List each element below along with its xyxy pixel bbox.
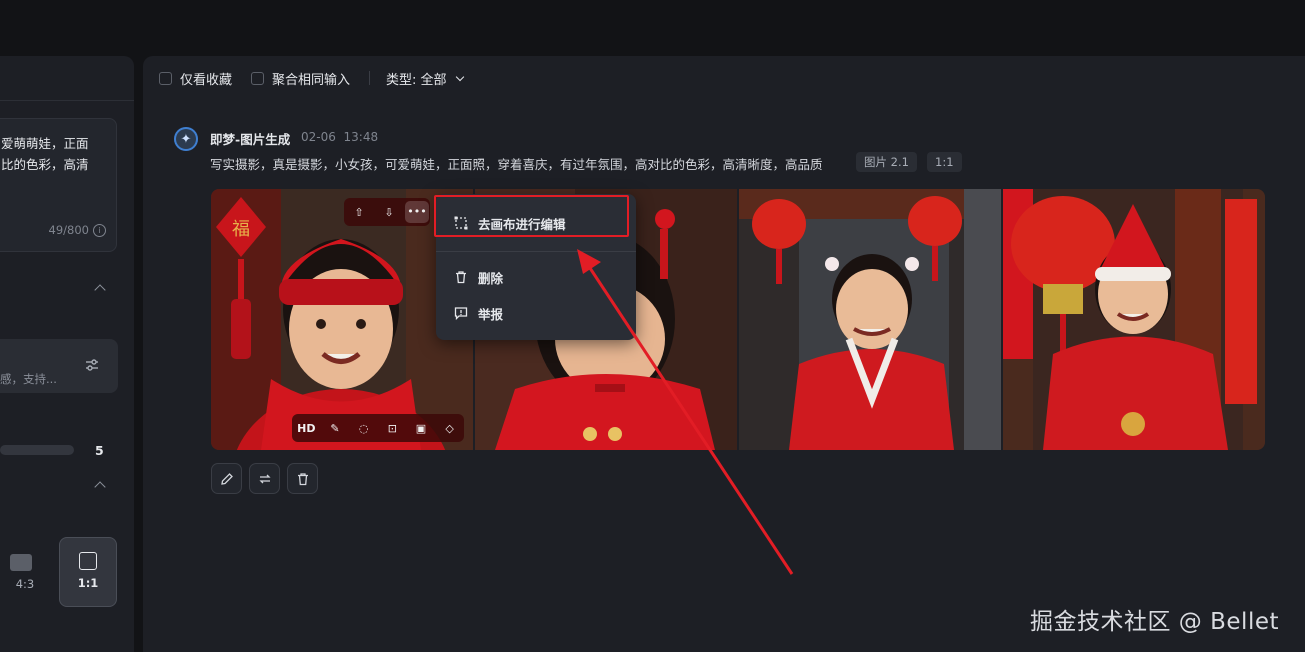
more-options-icon[interactable]: ••• (405, 201, 429, 223)
checkbox[interactable] (159, 72, 172, 85)
merge-same-input-label: 聚合相同输入 (272, 73, 351, 88)
highlight-annotation-box (434, 195, 629, 237)
prompt-input-box[interactable]: 爱萌萌娃，正面 比的色彩，高清 49/800 i (0, 118, 117, 252)
collapse-chevron-icon[interactable] (94, 481, 106, 493)
checkbox[interactable] (251, 72, 264, 85)
generation-timestamp: 02-06 13:48 (301, 130, 378, 144)
model-tag: 图片 2.1 (856, 152, 917, 172)
magic-wand-icon[interactable]: ✎ (321, 422, 349, 435)
upload-icon[interactable]: ⇧ (345, 206, 373, 219)
expand-image-icon[interactable]: ⊡ (378, 422, 406, 435)
prompt-input-text[interactable]: 爱萌萌娃，正面 比的色彩，高清 (1, 133, 109, 175)
retouch-icon[interactable]: ◌ (350, 422, 378, 435)
char-count-text: 49/800 (48, 223, 89, 237)
refresh-icon (258, 474, 271, 483)
ratio-option-1-1[interactable]: 1:1 (59, 537, 117, 607)
generated-image-3[interactable] (739, 189, 1001, 450)
generation-title: 即梦-图片生成 (210, 132, 291, 147)
regenerate-button[interactable] (249, 463, 280, 494)
generated-image-4[interactable] (1003, 189, 1265, 450)
filter-bar: 仅看收藏 聚合相同输入 类型: 全部 (143, 56, 1305, 100)
left-settings-panel: 爱萌萌娃，正面 比的色彩，高清 49/800 i 感，支持... 5 4:3 1… (0, 56, 134, 652)
menu-separator (436, 251, 636, 252)
trash-icon (297, 472, 308, 485)
delete-generation-button[interactable] (287, 463, 318, 494)
info-icon[interactable]: i (93, 223, 106, 237)
collapse-chevron-icon[interactable] (94, 284, 106, 296)
report-menu-item[interactable]: 举报 (436, 297, 636, 329)
trash-icon (456, 271, 466, 284)
pencil-icon (220, 472, 233, 485)
report-label: 举报 (478, 306, 504, 322)
watermark-text: 掘金技术社区 @ Bellet (1030, 609, 1279, 635)
ratio-4-3-icon (10, 554, 32, 571)
generation-date: 02-06 (301, 130, 336, 144)
delete-label: 删除 (478, 270, 504, 286)
count-slider-track[interactable] (0, 445, 74, 455)
chevron-down-icon (455, 72, 464, 82)
eraser-icon[interactable]: ◇ (436, 422, 464, 435)
reference-hint-text: 感，支持... (0, 372, 57, 386)
favorites-only-filter[interactable]: 仅看收藏 (159, 69, 232, 88)
report-icon (454, 307, 468, 320)
edit-prompt-button[interactable] (211, 463, 242, 494)
generation-prompt: 写实摄影，真是摄影，小女孩，可爱萌娃，正面照，穿着喜庆，有过年氛围，高对比的色彩… (210, 157, 823, 172)
ratio-option-4-3[interactable]: 4:3 (0, 537, 50, 607)
char-counter: 49/800 i (49, 223, 106, 237)
ratio-1-1-icon (79, 552, 97, 570)
crop-fullscreen-icon[interactable]: ▣ (407, 422, 435, 435)
top-bar (0, 0, 1305, 56)
delete-menu-item[interactable]: 删除 (436, 261, 636, 293)
panel-divider (0, 100, 134, 101)
svg-text:福: 福 (232, 219, 250, 240)
image-grid: 福 ⇧ ⇩ ••• HD ✎ ◌ ⊡ ▣ ◇ 去画布进行编辑 删除 举报 (211, 189, 1265, 450)
filter-separator (369, 71, 370, 85)
download-icon[interactable]: ⇩ (375, 206, 403, 219)
type-dropdown[interactable]: 类型: 全部 (386, 69, 464, 88)
favorites-only-label: 仅看收藏 (180, 73, 233, 88)
ratio-tag: 1:1 (927, 152, 962, 172)
count-value: 5 (95, 443, 104, 458)
ai-avatar-icon: ✦ (174, 127, 198, 151)
reference-image-box[interactable]: 感，支持... (0, 339, 118, 393)
merge-same-input-filter[interactable]: 聚合相同输入 (251, 69, 350, 88)
ratio-label: 4:3 (15, 577, 35, 591)
adjust-settings-icon[interactable] (84, 357, 100, 373)
type-dropdown-label: 类型: 全部 (386, 73, 447, 88)
generation-actions (211, 463, 318, 494)
image-hover-toolbar: ⇧ ⇩ ••• (344, 198, 430, 226)
generation-time: 13:48 (343, 130, 379, 144)
hd-upscale-button[interactable]: HD (292, 422, 320, 435)
main-results-panel: 仅看收藏 聚合相同输入 类型: 全部 ✦ 即梦-图片生成 02-06 13:48… (143, 56, 1305, 652)
ratio-label: 1:1 (77, 576, 99, 590)
image-edit-toolbar: HD ✎ ◌ ⊡ ▣ ◇ (292, 414, 464, 442)
